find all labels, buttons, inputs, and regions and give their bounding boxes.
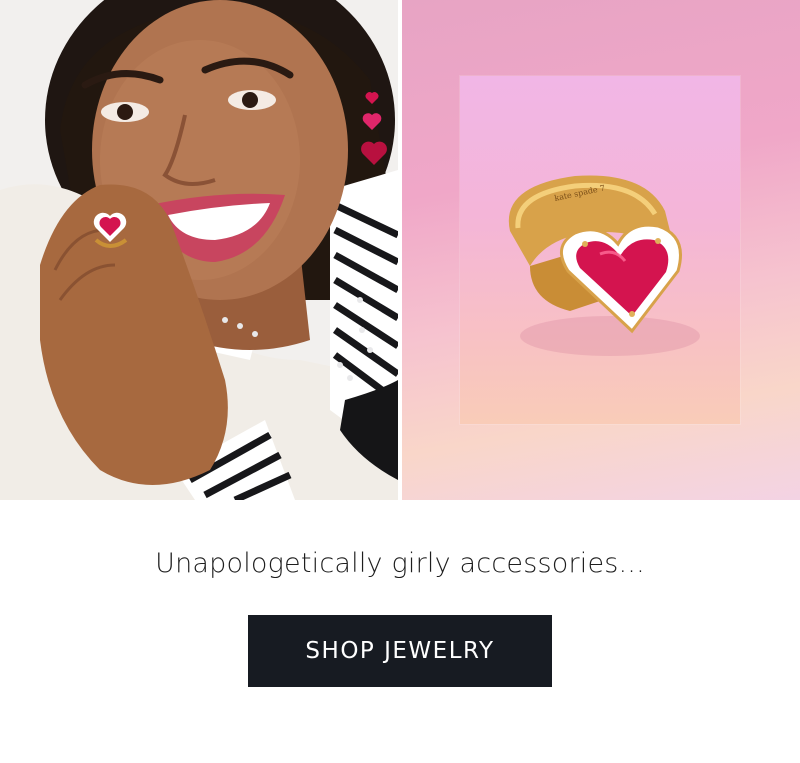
product-backdrop: kate spade 7 xyxy=(460,76,740,424)
promo-caption: Unapologetically girly accessories... xyxy=(155,548,645,579)
model-photo[interactable] xyxy=(0,0,398,500)
hero-banner[interactable]: kate spade 7 xyxy=(0,0,800,500)
product-photo[interactable]: kate spade 7 xyxy=(402,0,800,500)
heart-ring-icon: kate spade 7 xyxy=(508,175,700,356)
shop-jewelry-button[interactable]: SHOP JEWELRY xyxy=(248,615,552,687)
model-illustration xyxy=(0,0,398,500)
